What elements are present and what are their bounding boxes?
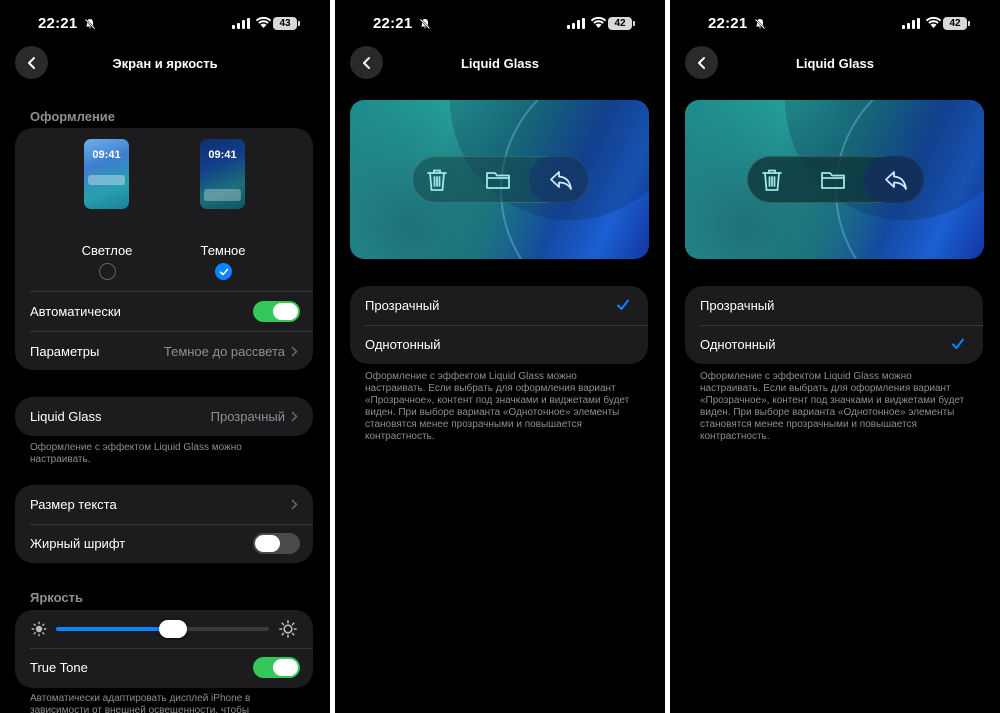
text-size-label: Размер текста [30,497,117,512]
cellular-icon [902,18,920,29]
option-clear-label: Прозрачный [365,298,440,313]
brightness-header: Яркость [30,590,83,605]
option-tinted-row[interactable]: Однотонный [350,325,648,364]
auto-row: Автоматически [15,292,313,331]
toggle-knob [273,303,298,320]
glass-footnote: Оформление с эффектом Liquid Glass можно… [365,371,630,442]
bold-text-label: Жирный шрифт [30,536,126,551]
status-bar: 22:21 43 [0,14,330,34]
params-label: Параметры [30,344,100,359]
params-value: Темное до рассвета [163,344,285,359]
brightness-group: True Tone [15,610,313,688]
bell-slash-icon [419,18,431,30]
battery-icon: 42 [943,17,970,30]
glass-toolbar [747,156,924,203]
toggle-knob [273,659,298,676]
page-title: Экран и яркость [112,56,218,71]
status-bar: 22:21 42 [335,14,665,34]
toggle-knob [255,535,280,552]
trash-icon [427,169,447,191]
dark-radio[interactable] [215,263,232,280]
liquid-glass-screen-tinted: 22:21 42 Liquid Glass Прозрачный Однотон… [670,0,1000,713]
trash-icon [762,169,782,191]
params-row[interactable]: Параметры Темное до рассвета [15,332,313,370]
status-time: 22:21 [708,15,748,32]
dark-label: Темное [200,243,246,258]
checkmark-icon [219,268,228,275]
true-tone-row: True Tone [15,648,313,687]
liquid-glass-screen-clear: 22:21 42 Liquid Glass Прозрачный Однотон… [335,0,665,713]
checkmark-icon [617,299,629,310]
chevron-right-icon [291,411,298,422]
glass-toolbar [412,156,589,203]
display-brightness-screen: 22:21 43 Экран и яркость Оформление 09:4… [0,0,330,713]
light-radio[interactable] [99,263,116,280]
preview-widget [88,175,125,185]
folder-icon [486,172,510,189]
reply-icon [885,171,907,190]
preview-time: 09:41 [208,149,237,161]
battery-icon: 43 [273,17,300,30]
status-time: 22:21 [38,15,78,32]
wifi-icon [925,16,942,28]
auto-label: Автоматически [30,304,121,319]
text-group: Размер текста Жирный шрифт [15,485,313,563]
glass-preview [685,100,984,259]
text-size-row[interactable]: Размер текста [15,485,313,524]
wifi-icon [590,16,607,28]
glass-options-group: Прозрачный Однотонный [685,286,983,364]
option-clear-label: Прозрачный [700,298,775,313]
chevron-right-icon [291,499,298,510]
sun-max-icon [279,620,297,638]
status-bar: 22:21 42 [670,14,1000,34]
chevron-right-icon [291,346,298,357]
true-tone-toggle[interactable] [253,657,300,678]
liquid-glass-footnote: Оформление с эффектом Liquid Glass можно… [30,442,242,465]
option-tinted-label: Однотонный [700,337,776,352]
preview-widget [204,189,241,201]
liquid-glass-value: Прозрачный [210,409,285,424]
glass-preview [350,100,649,259]
preview-time: 09:41 [92,149,121,161]
status-time: 22:21 [373,15,413,32]
bell-slash-icon [754,18,766,30]
option-tinted-row[interactable]: Однотонный [685,325,983,364]
cellular-icon [232,18,250,29]
liquid-glass-group: Liquid Glass Прозрачный [15,397,313,436]
light-preview[interactable]: 09:41 [84,139,129,209]
brightness-fill [56,627,174,631]
appearance-header: Оформление [30,109,116,124]
option-clear-row[interactable]: Прозрачный [350,286,648,325]
cellular-icon [567,18,585,29]
light-label: Светлое [81,243,133,258]
wifi-icon [255,16,272,28]
appearance-group: 09:41 09:41 Светлое Темное Автоматически… [15,128,313,370]
folder-icon [821,172,845,189]
bell-slash-icon [84,18,96,30]
bold-text-toggle[interactable] [253,533,300,554]
checkmark-icon [952,338,964,349]
page-title: Liquid Glass [460,56,539,71]
glass-footnote: Оформление с эффектом Liquid Glass можно… [700,371,965,442]
bold-text-row: Жирный шрифт [15,524,313,563]
liquid-glass-label: Liquid Glass [30,409,102,424]
true-tone-footnote: Автоматически адаптировать дисплей iPhon… [30,693,251,713]
liquid-glass-row[interactable]: Liquid Glass Прозрачный [15,397,313,436]
brightness-knob[interactable] [159,620,188,638]
auto-toggle[interactable] [253,301,300,322]
battery-icon: 42 [608,17,635,30]
option-clear-row[interactable]: Прозрачный [685,286,983,325]
page-title: Liquid Glass [795,56,874,71]
true-tone-label: True Tone [30,660,88,675]
dark-preview[interactable]: 09:41 [200,139,245,209]
sun-min-icon [31,621,47,637]
glass-options-group: Прозрачный Однотонный [350,286,648,364]
reply-icon [550,171,572,190]
option-tinted-label: Однотонный [365,337,441,352]
